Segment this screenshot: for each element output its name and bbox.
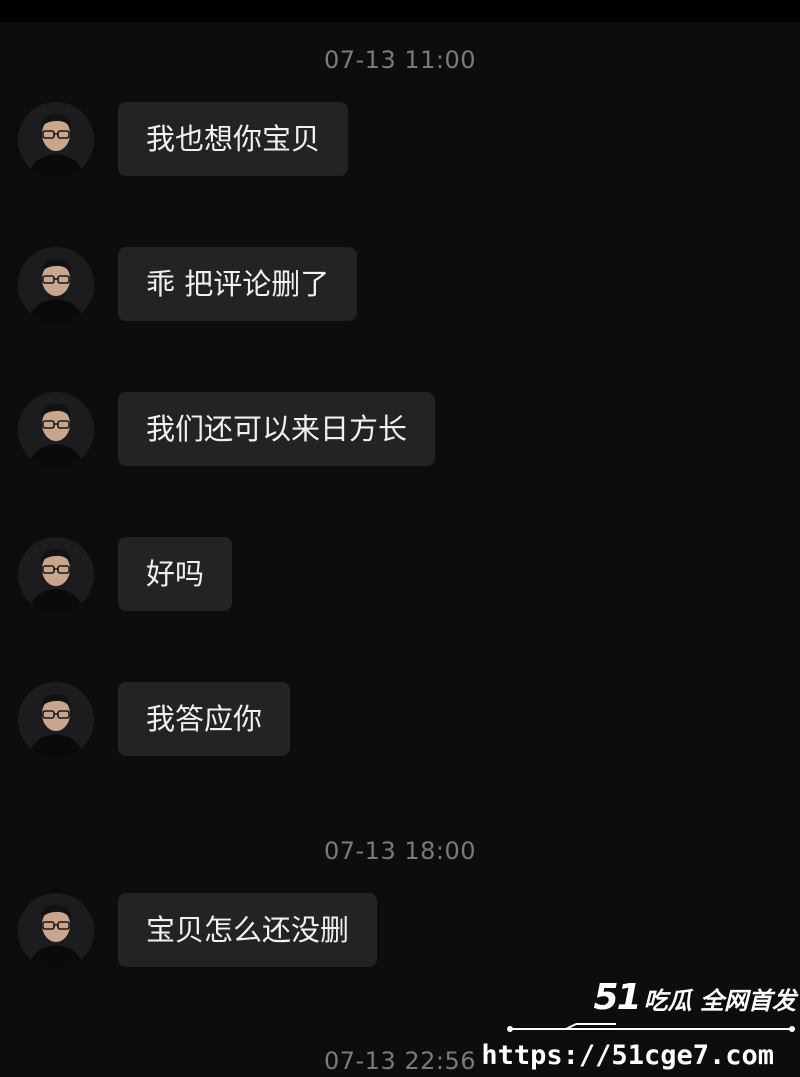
circuit-line-icon [507, 1023, 795, 1032]
watermark-number: 51 [593, 977, 642, 1018]
message-bubble[interactable]: 我答应你 [118, 682, 291, 756]
avatar[interactable] [18, 247, 94, 323]
timestamp: 07-13 11:00 [323, 46, 477, 74]
avatar[interactable] [18, 392, 94, 468]
watermark-slogan: 吃瓜 全网首发 [643, 987, 796, 1015]
avatar-photo-icon [18, 392, 94, 468]
avatar-photo-icon [18, 102, 94, 178]
watermark: 51 吃瓜 全网首发 https://51cge7.com [481, 975, 800, 1077]
message-bubble[interactable]: 好吗 [118, 537, 233, 611]
message-bubble[interactable]: 宝贝怎么还没删 [118, 893, 378, 967]
message-row: 宝贝怎么还没删 [0, 891, 800, 971]
timestamp: 07-13 18:00 [323, 837, 477, 865]
watermark-brand: 51 吃瓜 全网首发 [594, 977, 796, 1018]
chat-area[interactable]: 07-13 11:00 我也想你宝贝 乖 把评论删了 我们还可以来日方长 好吗 … [0, 22, 800, 1077]
watermark-url: https://51cge7.com [481, 1040, 774, 1071]
message-row: 好吗 [0, 535, 800, 615]
message-row: 我也想你宝贝 [0, 100, 800, 180]
avatar[interactable] [18, 537, 94, 613]
message-bubble[interactable]: 我们还可以来日方长 [118, 392, 436, 466]
message-row: 我们还可以来日方长 [0, 390, 800, 470]
message-bubble[interactable]: 我也想你宝贝 [118, 102, 349, 176]
message-bubble[interactable]: 乖 把评论删了 [118, 247, 358, 321]
avatar[interactable] [18, 102, 94, 178]
avatar-photo-icon [18, 537, 94, 613]
avatar-photo-icon [18, 682, 94, 758]
top-bar [0, 0, 800, 22]
avatar[interactable] [18, 682, 94, 758]
message-row: 我答应你 [0, 680, 800, 760]
message-row: 乖 把评论删了 [0, 245, 800, 325]
avatar[interactable] [18, 893, 94, 969]
avatar-photo-icon [18, 893, 94, 969]
avatar-photo-icon [18, 247, 94, 323]
